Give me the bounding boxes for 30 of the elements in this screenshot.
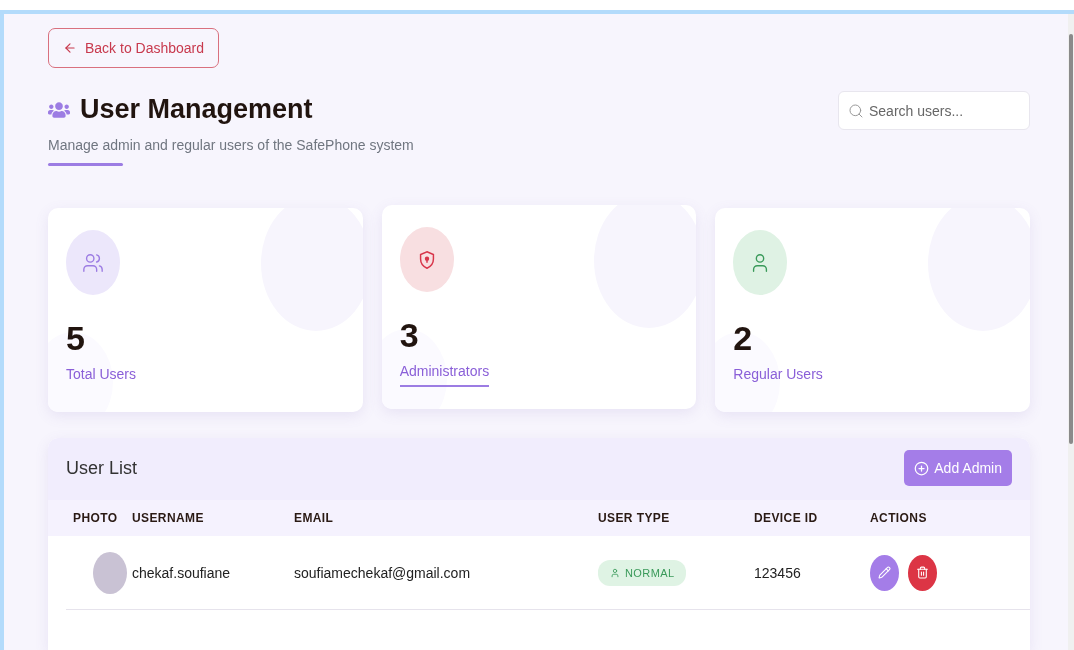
column-header: USER TYPE (598, 500, 754, 536)
stat-label: Administrators (399, 363, 490, 387)
stat-value: 3 (399, 316, 420, 355)
search-icon (848, 103, 864, 119)
column-header: USERNAME (132, 500, 294, 536)
pencil-icon (878, 566, 891, 579)
column-header: PHOTO (48, 500, 132, 536)
table-cell: soufiamechekaf@gmail.com (294, 564, 471, 581)
stat-label: Regular Users (733, 366, 823, 384)
users-icon (82, 251, 104, 274)
trash-icon (916, 566, 929, 579)
page-subtitle: Manage admin and regular users of the SafePhone system (48, 137, 414, 153)
plus-circle-icon (914, 460, 930, 476)
avatar (93, 551, 127, 594)
column-header: DEVICE ID (754, 500, 870, 536)
stat-label: Total Users (66, 366, 137, 384)
panel-title: User List (66, 457, 137, 479)
search-field[interactable]: Search users... (838, 91, 1030, 130)
add-admin-button[interactable]: Add Admin (904, 450, 1012, 486)
edit-button[interactable] (870, 554, 899, 591)
stat-value: 2 (733, 319, 754, 358)
back-button[interactable]: Back to Dashboard (48, 28, 220, 68)
user-type-badge: NORMAL (598, 559, 687, 586)
delete-button[interactable] (908, 554, 937, 591)
stat-value: 5 (66, 319, 86, 358)
column-header: ACTIONS (870, 500, 1030, 536)
page-title: User Management (80, 94, 313, 125)
table-cell: 123456 (754, 564, 801, 581)
table-cell: chekaf.soufiane (132, 564, 231, 581)
column-header: EMAIL (294, 500, 598, 536)
